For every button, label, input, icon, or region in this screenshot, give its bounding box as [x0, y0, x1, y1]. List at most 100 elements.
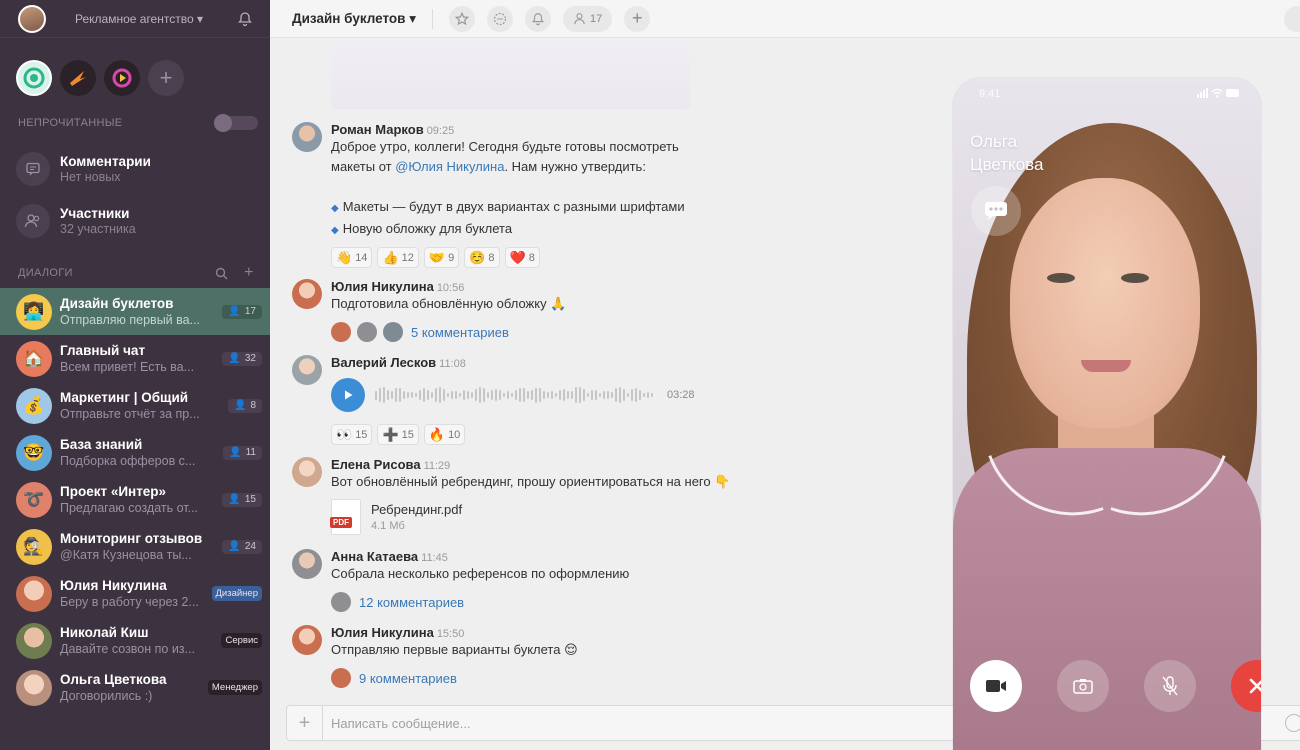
members-item[interactable]: Участники 32 участника [0, 196, 270, 246]
members-button[interactable]: 17 [563, 5, 613, 32]
reaction-chip[interactable]: ❤️ 8 [504, 247, 540, 268]
author-avatar[interactable] [292, 279, 322, 309]
author-name[interactable]: Анна Катаева [331, 549, 418, 564]
user-avatar[interactable] [18, 4, 46, 33]
image-attachment-preview[interactable] [331, 39, 690, 109]
play-button[interactable] [331, 378, 365, 412]
reaction-chip[interactable]: ➕ 15 [377, 424, 419, 445]
threads-icon[interactable] [487, 5, 513, 32]
author-avatar[interactable] [292, 625, 322, 655]
unread-toggle[interactable] [214, 114, 258, 132]
thread-summary[interactable]: 12 комментариев [331, 592, 891, 612]
thread-comments-link[interactable]: 5 комментариев [411, 325, 509, 340]
dialog-avatar [16, 669, 52, 706]
member-count-badge: 👤 15 [222, 492, 262, 507]
waveform-bar [427, 390, 429, 400]
dialog-item[interactable]: 👩‍💻 Дизайн буклетов Отправляю первый ва..… [0, 288, 270, 335]
waveform-bar [567, 391, 569, 399]
bell-icon[interactable] [525, 5, 551, 32]
role-tag: Дизайнер [211, 586, 262, 601]
dialog-name: Главный чат [60, 343, 146, 358]
waveform-bar [587, 392, 589, 398]
waveform-bar [615, 388, 617, 402]
workspace-selector[interactable]: Рекламное агентство ▾ [46, 12, 232, 26]
dialog-item[interactable]: 🤓 База знаний Подборка офферов с... 👤 11 [0, 429, 270, 476]
workspace-app-icon[interactable] [60, 60, 96, 96]
reaction-count: 12 [401, 251, 414, 264]
dialog-item[interactable]: 💰 Маркетинг | Общий Отправьте отчёт за пр… [0, 382, 270, 429]
attach-plus-button[interactable]: + [287, 706, 323, 740]
waveform-bar [471, 392, 473, 398]
workspace-app-icon[interactable] [104, 60, 140, 96]
author-name[interactable]: Юлия Никулина [331, 625, 434, 640]
waveform-bar [519, 387, 521, 403]
author-avatar[interactable] [292, 457, 322, 487]
waveform-bar [631, 389, 633, 401]
author-avatar[interactable] [292, 549, 322, 579]
caller-video-lips [1081, 360, 1131, 372]
message-text: Вот обновлённый ребрендинг, прошу ориент… [331, 474, 731, 489]
download-icon[interactable] [1284, 6, 1300, 32]
add-icon[interactable]: + [624, 5, 651, 32]
audio-waveform[interactable] [375, 385, 653, 405]
reaction-chip[interactable]: 👀 15 [331, 424, 373, 445]
end-call-button[interactable] [1231, 660, 1261, 712]
dialog-item[interactable]: 🏠 Главный чат Всем привет! Есть ва... 👤 32 [0, 335, 270, 382]
message-line-pre: макеты от [331, 159, 392, 174]
author-avatar[interactable] [292, 355, 322, 385]
role-tag: Сервис [221, 633, 262, 648]
flip-camera-button[interactable] [1057, 660, 1109, 712]
author-name[interactable]: Елена Рисова [331, 457, 421, 472]
waveform-bar [415, 392, 417, 398]
author-avatar[interactable] [292, 122, 322, 152]
waveform-bar [463, 390, 465, 400]
mute-mic-button[interactable] [1144, 660, 1196, 712]
dialog-list: 👩‍💻 Дизайн буклетов Отправляю первый ва..… [0, 288, 270, 711]
author-name[interactable]: Роман Марков [331, 122, 424, 137]
person-icon: 👤 [228, 494, 241, 505]
role-tag: Менеджер [207, 680, 262, 695]
channel-title[interactable]: Дизайн буклетов ▾ [292, 11, 416, 27]
thread-summary[interactable]: 9 комментариев [331, 668, 891, 688]
user-mention-link[interactable]: @Юлия Никулина [395, 159, 504, 174]
dialog-item[interactable]: Ольга Цветкова Договорились :) Менеджер [0, 664, 270, 711]
notifications-bell-icon[interactable] [232, 6, 258, 32]
reaction-chip[interactable]: 👋 14 [331, 247, 373, 268]
member-count-badge: 👤 8 [227, 398, 262, 413]
search-icon[interactable] [212, 264, 230, 282]
workspace-app-icon[interactable] [16, 60, 52, 96]
author-name[interactable]: Юлия Никулина [331, 279, 434, 294]
add-workspace-button[interactable]: + [148, 60, 184, 96]
reaction-chip[interactable]: 👍 12 [377, 247, 419, 268]
thread-summary[interactable]: 5 комментариев [331, 322, 891, 342]
emoji-smile-icon[interactable] [1285, 714, 1300, 732]
comments-item[interactable]: Комментарии Нет новых [0, 144, 270, 194]
chat-bubble-icon[interactable] [971, 186, 1021, 236]
waveform-bar [479, 386, 481, 404]
author-name[interactable]: Валерий Лесков [331, 355, 436, 370]
file-attachment[interactable]: PDF Ребрендинг.pdf 4.1 Мб [330, 499, 891, 535]
thread-comments-link[interactable]: 12 комментариев [359, 595, 464, 610]
reaction-chip[interactable]: 🤝 9 [423, 247, 460, 268]
waveform-bar [571, 390, 573, 400]
dialog-item[interactable]: 🕵️ Мониторинг отзывов @Катя Кузнецова ты.… [0, 523, 270, 570]
dialog-item[interactable]: ➰ Проект «Интер» Предлагаю создать от... … [0, 476, 270, 523]
dialog-item[interactable]: Николай Киш Давайте созвон по из... Серви… [0, 617, 270, 664]
reaction-chip[interactable]: ☺️ 8 [464, 247, 500, 268]
star-icon[interactable] [449, 5, 475, 32]
dialog-item[interactable]: Юлия Никулина Беру в работу через 2... Ди… [0, 570, 270, 617]
waveform-bar [507, 391, 509, 399]
waveform-bar [559, 390, 561, 400]
members-icon [16, 204, 50, 238]
reaction-chip[interactable]: 🔥 10 [423, 424, 466, 445]
phone-clock: 9:41 [979, 88, 1001, 100]
comments-subtitle: Нет новых [60, 170, 121, 184]
add-dialog-plus-icon[interactable]: + [240, 264, 258, 282]
dialog-avatar: 🤓 [16, 434, 52, 471]
waveform-bar [647, 391, 649, 399]
thread-comments-link[interactable]: 9 комментариев [359, 671, 457, 686]
reaction-emoji: 🤝 [428, 249, 446, 265]
waveform-bar [395, 388, 397, 402]
camera-toggle-button[interactable] [970, 660, 1022, 712]
waveform-bar [551, 391, 553, 399]
